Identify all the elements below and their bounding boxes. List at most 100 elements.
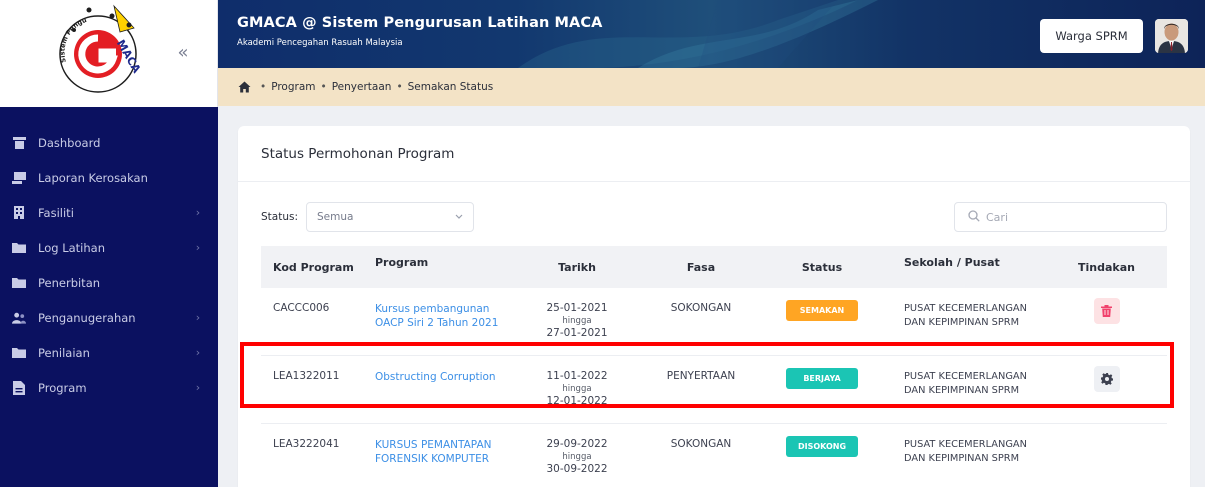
building-icon xyxy=(12,206,26,220)
sidebar-item-label: Laporan Kerosakan xyxy=(38,170,148,185)
cell-kod-program: LEA1322011 xyxy=(273,370,340,382)
cell-fasa: SOKONGAN xyxy=(670,438,732,450)
chevron-right-icon: › xyxy=(195,381,201,394)
cell-sekolah-pusat: PUSAT KECEMERLANGAN DAN KEPIMPINAN SPRM xyxy=(904,371,1027,396)
home-icon[interactable] xyxy=(238,81,251,93)
user-photo-icon xyxy=(1155,19,1188,53)
users-icon xyxy=(12,311,26,325)
collapse-sidebar-button[interactable]: « xyxy=(172,42,194,64)
cell-fasa: SOKONGAN xyxy=(670,302,732,314)
status-table: Kod Program Program Tarikh Fasa Status S… xyxy=(261,246,1167,487)
status-badge: DISOKONG xyxy=(786,436,858,457)
cell-tarikh: 29-09-2022 hingga 30-09-2022 xyxy=(518,438,636,476)
table-header: Kod Program Program Tarikh Fasa Status S… xyxy=(261,246,1167,288)
date-from: 29-09-2022 xyxy=(546,438,608,450)
folder-icon xyxy=(12,241,26,255)
sidebar-item-label: Fasiliti xyxy=(38,205,74,220)
file-icon xyxy=(12,380,26,395)
date-to: 12-01-2022 xyxy=(546,394,608,407)
sidebar-item-label: Dashboard xyxy=(38,135,101,150)
breadcrumb-separator: • xyxy=(260,81,267,93)
cell-tarikh: 11-01-2022 hingga 12-01-2022 xyxy=(518,370,636,408)
sidebar-item-label: Log Latihan xyxy=(38,240,105,255)
delete-button[interactable] xyxy=(1093,298,1120,324)
top-header: GMACA @ Sistem Pengurusan Latihan MACA A… xyxy=(218,0,1205,68)
table-body: CACCC006 Kursus pembangunan OACP Siri 2 T… xyxy=(261,288,1167,487)
breadcrumb-separator: • xyxy=(396,81,403,93)
sidebar-item-label: Program xyxy=(38,380,87,395)
folder-icon xyxy=(12,346,26,360)
table-row: LEA1322011 Obstructing Corruption 11-01-20… xyxy=(261,356,1167,424)
program-link[interactable]: KURSUS PEMANTAPAN FORENSIK KOMPUTER xyxy=(375,439,491,465)
trash-icon xyxy=(1101,305,1112,317)
date-to: 30-09-2022 xyxy=(546,462,608,475)
cell-sekolah-pusat: PUSAT KECEMERLANGAN DAN KEPIMPINAN SPRM xyxy=(904,439,1027,464)
table-row: LEA3222041 KURSUS PEMANTAPAN FORENSIK KOM… xyxy=(261,424,1167,487)
card-divider xyxy=(238,181,1190,182)
user-menu-button[interactable]: Warga SPRM xyxy=(1040,19,1143,53)
sidebar-item-log-latihan[interactable]: Log Latihan › xyxy=(0,230,218,265)
breadcrumb-penyertaan[interactable]: Penyertaan xyxy=(332,81,392,93)
app-subtitle: Akademi Pencegahan Rasuah Malaysia xyxy=(237,38,403,48)
col-header-status[interactable]: Status xyxy=(766,246,878,288)
date-from: 25-01-2021 xyxy=(546,302,608,314)
cell-tarikh: 25-01-2021 hingga 27-01-2021 xyxy=(518,302,636,340)
cell-kod-program: CACCC006 xyxy=(273,302,330,314)
status-card: Status Permohonan Program Status: Semua … xyxy=(238,126,1190,487)
sidebar-item-dashboard[interactable]: Dashboard xyxy=(0,125,218,160)
date-joiner: hingga xyxy=(562,315,592,326)
sidebar: Sistem Pengurusan Latihan MACA MACA « Da… xyxy=(0,0,218,487)
sidebar-item-laporan-kerosakan[interactable]: Laporan Kerosakan xyxy=(0,160,218,195)
folder-icon xyxy=(12,276,26,290)
sidebar-item-program[interactable]: Program › xyxy=(0,370,218,405)
maca-logo: Sistem Pengurusan Latihan MACA MACA xyxy=(50,2,143,93)
chevron-right-icon: › xyxy=(195,311,201,324)
table-row: CACCC006 Kursus pembangunan OACP Siri 2 T… xyxy=(261,288,1167,356)
col-header-fasa[interactable]: Fasa xyxy=(636,246,766,288)
program-link[interactable]: Kursus pembangunan OACP Siri 2 Tahun 202… xyxy=(375,303,498,329)
sidebar-item-penganugerahan[interactable]: Penganugerahan › xyxy=(0,300,218,335)
sidebar-item-penilaian[interactable]: Penilaian › xyxy=(0,335,218,370)
status-filter-label: Status: xyxy=(261,211,298,223)
cell-sekolah-pusat: PUSAT KECEMERLANGAN DAN KEPIMPINAN SPRM xyxy=(904,303,1027,328)
col-header-tarikh[interactable]: Tarikh xyxy=(518,246,636,288)
sidebar-nav: Dashboard Laporan Kerosakan Fasiliti › Log L… xyxy=(0,107,218,405)
sidebar-item-label: Penilaian xyxy=(38,345,90,360)
search-icon xyxy=(968,209,980,225)
breadcrumb: • Program • Penyertaan • Semakan Status xyxy=(218,68,1205,106)
card-title: Status Permohonan Program xyxy=(261,146,455,162)
chevron-right-icon: › xyxy=(195,241,201,254)
date-from: 11-01-2022 xyxy=(546,370,608,382)
col-header-program[interactable]: Program xyxy=(372,246,518,288)
date-joiner: hingga xyxy=(562,451,592,462)
status-badge: SEMAKAN xyxy=(786,300,858,321)
cell-kod-program: LEA3222041 xyxy=(273,438,340,450)
app-title: GMACA @ Sistem Pengurusan Latihan MACA xyxy=(237,15,603,31)
gear-icon xyxy=(1100,373,1113,385)
sidebar-item-fasiliti[interactable]: Fasiliti › xyxy=(0,195,218,230)
col-header-kod-program[interactable]: Kod Program xyxy=(261,246,372,288)
laptop-icon xyxy=(12,171,26,185)
status-filter-select[interactable]: Semua xyxy=(306,202,474,232)
program-link[interactable]: Obstructing Corruption xyxy=(375,371,496,383)
breadcrumb-current: Semakan Status xyxy=(407,81,494,93)
search-box[interactable] xyxy=(954,202,1167,232)
avatar[interactable] xyxy=(1155,19,1188,53)
search-input[interactable] xyxy=(986,210,1146,224)
sidebar-item-label: Penerbitan xyxy=(38,275,101,290)
breadcrumb-separator: • xyxy=(320,81,327,93)
logo-area: Sistem Pengurusan Latihan MACA MACA « xyxy=(0,0,218,107)
status-badge: BERJAYA xyxy=(786,368,858,389)
settings-button[interactable] xyxy=(1093,366,1120,392)
col-header-tindakan: Tindakan xyxy=(1078,260,1135,274)
sidebar-item-penerbitan[interactable]: Penerbitan xyxy=(0,265,218,300)
dashboard-icon xyxy=(12,136,26,150)
cell-fasa: PENYERTAAN xyxy=(666,370,736,382)
breadcrumb-program[interactable]: Program xyxy=(271,81,315,93)
sidebar-item-label: Penganugerahan xyxy=(38,310,136,325)
col-header-sekolah-pusat[interactable]: Sekolah / Pusat xyxy=(878,246,1046,288)
chevron-down-icon xyxy=(455,210,463,227)
date-to: 27-01-2021 xyxy=(546,326,608,339)
chevron-right-icon: › xyxy=(195,206,201,219)
status-filter-value: Semua xyxy=(317,211,354,223)
